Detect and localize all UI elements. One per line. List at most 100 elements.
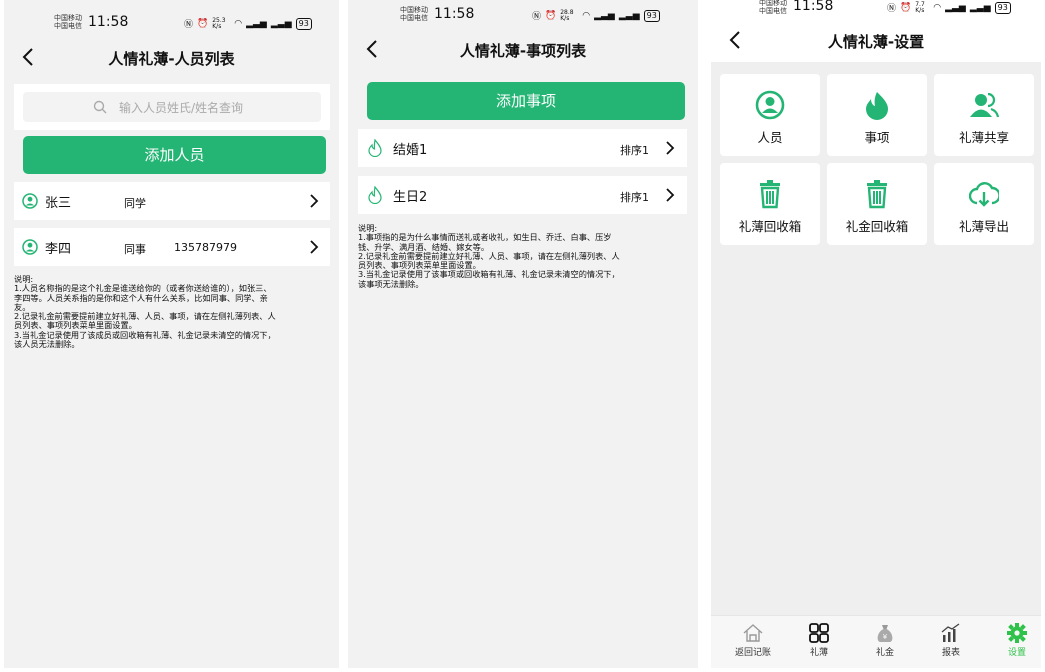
carrier-2: 中国电信	[54, 22, 82, 30]
wifi-icon: ◠	[582, 10, 591, 21]
tile-export[interactable]: 礼薄导出	[934, 163, 1034, 245]
nfc-icon: Ⓝ	[532, 12, 542, 22]
grid-icon	[809, 623, 829, 643]
screen-settings: 中国移动 中国电信 11:58 Ⓝ ⏰ 7.7 K/s ◠ ▂▃▅ ▂▃▅ 93…	[711, 0, 1041, 668]
flame-icon	[368, 186, 382, 204]
note-line: 该人员无法删除。	[14, 339, 80, 350]
home-icon	[743, 624, 763, 642]
battery: 93	[643, 9, 660, 22]
tile-label: 礼金回收箱	[845, 219, 909, 234]
battery: 93	[295, 17, 312, 30]
help-note: 说明: 1.人员名称指的是这个礼金是谁送给你的（或者你送给谁的），如张三、 李四…	[14, 274, 334, 350]
trash-icon	[867, 180, 887, 209]
search-placeholder: 输入人员姓氏/姓名查询	[119, 101, 244, 115]
carrier-2: 中国电信	[759, 7, 787, 15]
list-item[interactable]: 生日2 排序1	[358, 176, 687, 214]
tile-label: 礼薄回收箱	[738, 219, 802, 234]
net-speed: 25.3 K/s	[212, 16, 226, 30]
status-bar: 中国移动 中国电信 11:58 Ⓝ ⏰ 28.8 K/s ◠ ▂▃▅ ▂▃▅ 9…	[348, 0, 698, 34]
net-speed: 28.8 K/s	[560, 8, 574, 22]
page-title: 人情礼薄-人员列表	[108, 50, 235, 68]
wifi-icon: ◠	[933, 2, 942, 13]
tile-label: 礼薄共享	[958, 130, 1009, 145]
tab-home[interactable]: 返回记账	[723, 621, 783, 665]
tile-event[interactable]: 事项	[827, 74, 927, 156]
event-order: 排序1	[620, 191, 649, 204]
chart-icon	[941, 623, 960, 642]
list-item[interactable]: 李四 同事 135787979	[14, 228, 330, 266]
tab-money[interactable]: ¥ 礼金	[855, 621, 915, 665]
tab-label: 报表	[941, 648, 960, 658]
tile-label: 人员	[757, 130, 783, 145]
help-note: 说明: 1.事项指的是为什么事情而送礼或者收礼，如生日、乔迁、白事、压岁 钱、升…	[358, 223, 694, 289]
person-name: 张三	[45, 196, 72, 211]
search-icon	[93, 100, 107, 114]
net-speed: 7.7 K/s	[915, 0, 925, 14]
signal-icon-2: ▂▃▅	[618, 10, 640, 21]
battery: 93	[994, 1, 1011, 14]
nfc-icon: Ⓝ	[887, 4, 897, 14]
svg-text:¥: ¥	[883, 633, 888, 641]
carrier-2: 中国电信	[400, 14, 428, 22]
clock: 11:58	[434, 6, 475, 22]
gear-icon	[1007, 623, 1027, 643]
tile-label: 事项	[864, 130, 890, 145]
tab-book[interactable]: 礼薄	[789, 621, 849, 665]
alarm-icon: ⏰	[197, 18, 209, 29]
person-phone: 135787979	[174, 241, 237, 254]
person-icon	[22, 193, 38, 209]
page-title: 人情礼薄-事项列表	[459, 42, 587, 60]
chevron-right-icon	[310, 194, 319, 208]
wifi-icon: ◠	[234, 18, 243, 29]
signal-icon-2: ▂▃▅	[270, 18, 292, 29]
carrier-1: 中国移动	[400, 6, 428, 14]
list-item[interactable]: 结婚1 排序1	[358, 129, 687, 167]
tile-money-recycle[interactable]: 礼金回收箱	[827, 163, 927, 245]
person-name: 李四	[45, 242, 72, 257]
tab-label: 返回记账	[734, 648, 771, 658]
alarm-icon: ⏰	[545, 10, 557, 21]
clock: 11:58	[88, 14, 129, 30]
page-title: 人情礼薄-设置	[827, 33, 925, 51]
chevron-right-icon	[310, 240, 319, 254]
tab-label: 设置	[1007, 648, 1026, 658]
chevron-right-icon	[666, 188, 675, 202]
carrier-1: 中国移动	[759, 0, 787, 7]
signal-icon-2: ▂▃▅	[969, 2, 991, 13]
search-input[interactable]: 输入人员姓氏/姓名查询	[23, 92, 321, 122]
event-name: 生日2	[393, 190, 428, 205]
event-order: 排序1	[620, 144, 649, 157]
chevron-right-icon	[666, 141, 675, 155]
tile-label: 礼薄导出	[958, 219, 1009, 234]
alarm-icon: ⏰	[900, 2, 912, 13]
nfc-icon: Ⓝ	[184, 20, 194, 30]
bottom-tab-bar: 返回记账 礼薄 ¥ 礼金 报表 设置	[711, 615, 1041, 668]
money-bag-icon: ¥	[877, 625, 893, 642]
tab-settings[interactable]: 设置	[987, 621, 1041, 665]
tile-book-recycle[interactable]: 礼薄回收箱	[720, 163, 820, 245]
signal-icon: ▂▃▅	[945, 2, 966, 13]
carrier-1: 中国移动	[54, 14, 82, 22]
tab-label: 礼金	[875, 648, 894, 658]
event-name: 结婚1	[393, 143, 428, 158]
status-bar: 中国移动 中国电信 11:58 Ⓝ ⏰ 25.3 K/s ◠ ▂▃▅ ▂▃▅ 9…	[4, 0, 339, 34]
tile-person[interactable]: 人员	[720, 74, 820, 156]
list-item[interactable]: 张三 同学	[14, 182, 330, 220]
add-person-button[interactable]: 添加人员	[23, 136, 326, 174]
screen-people-list: 中国移动 中国电信 11:58 Ⓝ ⏰ 25.3 K/s ◠ ▂▃▅ ▂▃▅ 9…	[4, 0, 339, 668]
signal-icon: ▂▃▅	[594, 10, 615, 21]
person-relation: 同事	[124, 243, 146, 256]
share-users-icon	[970, 92, 999, 118]
signal-icon: ▂▃▅	[246, 18, 267, 29]
add-event-button[interactable]: 添加事项	[367, 82, 685, 120]
tab-report[interactable]: 报表	[921, 621, 981, 665]
person-icon	[755, 90, 785, 120]
tile-share[interactable]: 礼薄共享	[934, 74, 1034, 156]
tab-label: 礼薄	[809, 648, 828, 658]
note-line: 该事项无法删除。	[358, 278, 424, 289]
cloud-download-icon	[969, 182, 999, 207]
flame-icon	[368, 139, 382, 157]
trash-icon	[760, 180, 780, 209]
note-line: 李四等。人员关系指的是你和这个人有什么关系，比如同事、同学、亲	[14, 292, 268, 303]
search-section: 输入人员姓氏/姓名查询	[14, 84, 330, 130]
